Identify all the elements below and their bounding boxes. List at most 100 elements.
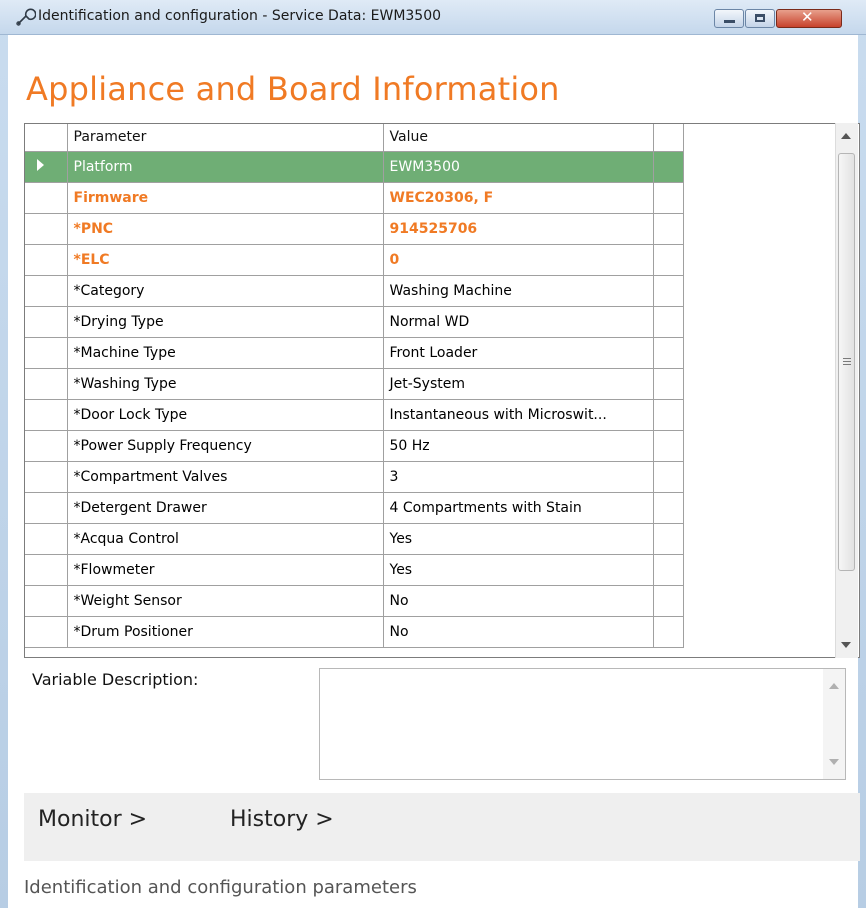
row-selector[interactable]: [25, 337, 68, 369]
parameter-cell[interactable]: *Flowmeter: [67, 554, 384, 586]
value-cell[interactable]: WEC20306, F: [383, 182, 654, 214]
column-header-value[interactable]: Value: [383, 124, 654, 152]
parameter-cell[interactable]: *Acqua Control: [67, 523, 384, 555]
close-button[interactable]: ✕: [776, 8, 842, 28]
row-selector[interactable]: [25, 213, 68, 245]
row-selector[interactable]: [25, 306, 68, 338]
row-selector[interactable]: [25, 492, 68, 524]
value-cell[interactable]: Instantaneous with Microswit...: [383, 399, 654, 431]
scroll-down-icon[interactable]: [829, 759, 839, 765]
maximize-button[interactable]: [745, 9, 775, 28]
status-footer: Identification and configuration paramet…: [24, 877, 417, 898]
table-header-row: Parameter Value: [25, 124, 684, 152]
row-selector[interactable]: [25, 275, 68, 307]
value-cell[interactable]: EWM3500: [383, 151, 654, 183]
row-selector[interactable]: [25, 151, 68, 183]
value-cell[interactable]: No: [383, 585, 654, 617]
filler-cell: [653, 368, 684, 400]
filler-cell: [653, 616, 684, 648]
parameter-cell[interactable]: *Compartment Valves: [67, 461, 384, 493]
table-row[interactable]: *PNC 914525706: [25, 213, 684, 245]
value-cell[interactable]: Normal WD: [383, 306, 654, 338]
table-row[interactable]: *Door Lock Type Instantaneous with Micro…: [25, 399, 684, 431]
value-cell[interactable]: 3: [383, 461, 654, 493]
parameter-cell[interactable]: *Machine Type: [67, 337, 384, 369]
scroll-down-icon[interactable]: [841, 642, 851, 648]
table-row[interactable]: Platform EWM3500: [25, 151, 684, 183]
filler-cell: [653, 306, 684, 338]
filler-cell: [653, 337, 684, 369]
parameter-cell[interactable]: *Washing Type: [67, 368, 384, 400]
grip-line: [843, 361, 851, 362]
table-row[interactable]: *Weight Sensor No: [25, 585, 684, 617]
parameter-table: Parameter Value Platform EWM3500 Firmwar…: [25, 124, 684, 648]
row-selector[interactable]: [25, 461, 68, 493]
value-cell[interactable]: 914525706: [383, 213, 654, 245]
table-row[interactable]: *Machine Type Front Loader: [25, 337, 684, 369]
value-cell[interactable]: Yes: [383, 554, 654, 586]
parameter-cell[interactable]: *ELC: [67, 244, 384, 276]
grid-scrollbar[interactable]: [835, 123, 858, 658]
parameter-cell[interactable]: *Door Lock Type: [67, 399, 384, 431]
value-cell[interactable]: Washing Machine: [383, 275, 654, 307]
parameter-cell[interactable]: *Detergent Drawer: [67, 492, 384, 524]
parameter-cell[interactable]: Firmware: [67, 182, 384, 214]
row-selector[interactable]: [25, 244, 68, 276]
column-header-parameter[interactable]: Parameter: [67, 124, 384, 152]
navigation-bar: Monitor > History >: [24, 793, 860, 861]
row-selector[interactable]: [25, 399, 68, 431]
scroll-up-icon[interactable]: [829, 683, 839, 689]
row-selector[interactable]: [25, 585, 68, 617]
parameter-grid[interactable]: Parameter Value Platform EWM3500 Firmwar…: [24, 123, 860, 658]
value-cell[interactable]: No: [383, 616, 654, 648]
row-header-corner: [25, 124, 68, 152]
value-cell[interactable]: 0: [383, 244, 654, 276]
variable-description-label: Variable Description:: [32, 670, 199, 689]
table-row[interactable]: *Power Supply Frequency 50 Hz: [25, 430, 684, 462]
filler-cell: [653, 523, 684, 555]
value-cell[interactable]: Front Loader: [383, 337, 654, 369]
parameter-cell[interactable]: Platform: [67, 151, 384, 183]
table-row[interactable]: *Washing Type Jet-System: [25, 368, 684, 400]
filler-cell: [653, 430, 684, 462]
table-row[interactable]: *Acqua Control Yes: [25, 523, 684, 555]
description-scrollbar[interactable]: [823, 669, 845, 779]
filler-cell: [653, 554, 684, 586]
scroll-up-icon[interactable]: [841, 133, 851, 139]
close-icon: ✕: [801, 8, 814, 26]
parameter-cell[interactable]: *Drum Positioner: [67, 616, 384, 648]
value-cell[interactable]: Jet-System: [383, 368, 654, 400]
table-row[interactable]: *Detergent Drawer 4 Compartments with St…: [25, 492, 684, 524]
scroll-thumb[interactable]: [838, 153, 855, 571]
table-row[interactable]: *Compartment Valves 3: [25, 461, 684, 493]
value-cell[interactable]: 50 Hz: [383, 430, 654, 462]
parameter-cell[interactable]: *Drying Type: [67, 306, 384, 338]
history-link[interactable]: History >: [230, 807, 334, 832]
table-row[interactable]: *ELC 0: [25, 244, 684, 276]
table-row[interactable]: Firmware WEC20306, F: [25, 182, 684, 214]
filler-cell: [653, 492, 684, 524]
minimize-button[interactable]: [714, 9, 744, 28]
row-selector[interactable]: [25, 554, 68, 586]
grip-line: [843, 364, 851, 365]
parameter-cell[interactable]: *Weight Sensor: [67, 585, 384, 617]
table-row[interactable]: *Drum Positioner No: [25, 616, 684, 648]
grip-line: [843, 358, 851, 359]
row-selector[interactable]: [25, 182, 68, 214]
parameter-cell[interactable]: *Category: [67, 275, 384, 307]
variable-description-field[interactable]: [319, 668, 846, 780]
monitor-link[interactable]: Monitor >: [38, 807, 147, 832]
table-row[interactable]: *Drying Type Normal WD: [25, 306, 684, 338]
filler-cell: [653, 461, 684, 493]
table-row[interactable]: *Flowmeter Yes: [25, 554, 684, 586]
table-row[interactable]: *Category Washing Machine: [25, 275, 684, 307]
value-cell[interactable]: Yes: [383, 523, 654, 555]
parameter-cell[interactable]: *PNC: [67, 213, 384, 245]
value-cell[interactable]: 4 Compartments with Stain: [383, 492, 654, 524]
parameter-cell[interactable]: *Power Supply Frequency: [67, 430, 384, 462]
row-selector[interactable]: [25, 368, 68, 400]
row-selector[interactable]: [25, 616, 68, 648]
title-bar[interactable]: Identification and configuration - Servi…: [0, 0, 866, 35]
row-selector[interactable]: [25, 523, 68, 555]
row-selector[interactable]: [25, 430, 68, 462]
